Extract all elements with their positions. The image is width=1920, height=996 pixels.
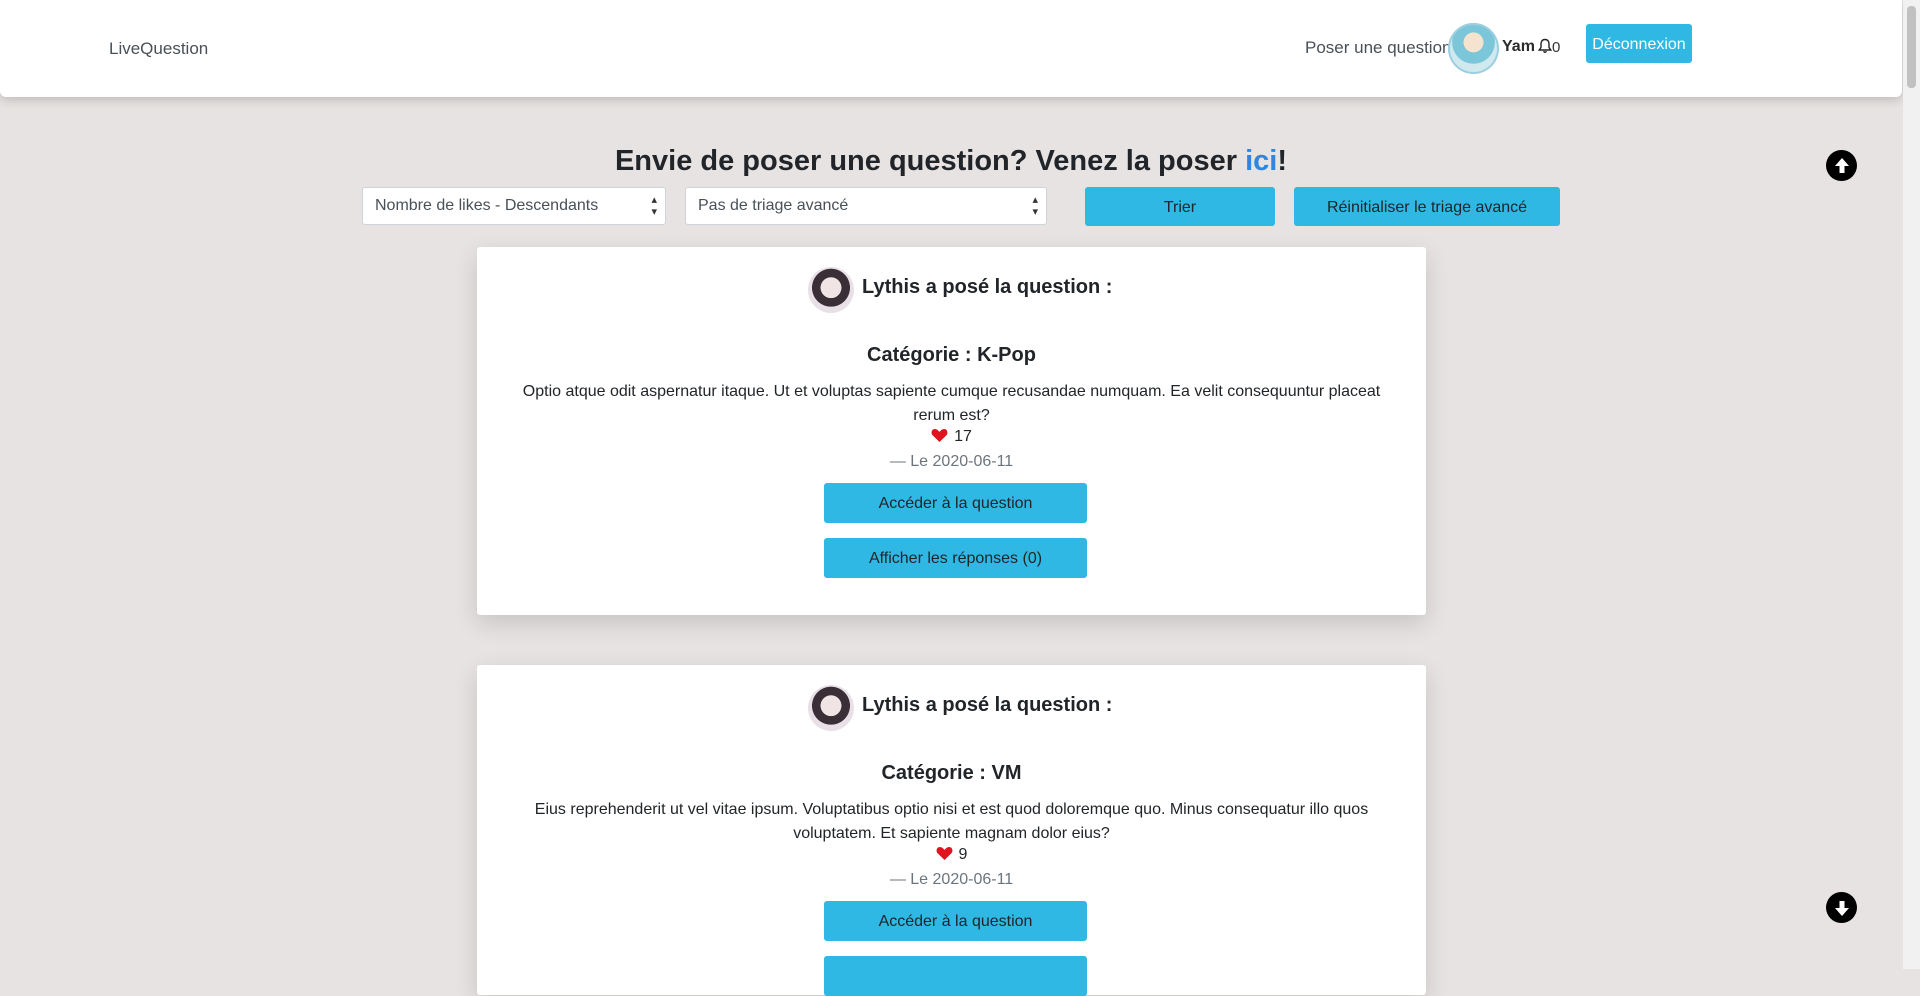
username[interactable]: Yam — [1502, 38, 1535, 56]
author-name[interactable]: Lythis — [862, 276, 920, 298]
heading-text: Envie de poser une question? Venez la po… — [614, 145, 1246, 177]
user-avatar[interactable] — [1448, 23, 1499, 74]
ask-question-link[interactable]: Poser une question — [1305, 38, 1452, 58]
likes-row: 9 — [477, 846, 1426, 864]
reset-advanced-sort-button[interactable]: Réinitialiser le triage avancé — [1294, 187, 1560, 226]
ask-here-link[interactable]: ici — [1245, 145, 1277, 177]
author-avatar — [808, 685, 854, 731]
advanced-sort-select-value: Pas de triage avancé — [698, 197, 849, 214]
author-line: Lythis a posé la question : — [862, 694, 1112, 717]
author-name[interactable]: Lythis — [862, 694, 920, 716]
scroll-up-button[interactable] — [1826, 150, 1857, 181]
sort-select-value: Nombre de likes - Descendants — [375, 197, 599, 214]
access-question-button[interactable]: Accéder à la question — [824, 901, 1087, 941]
heart-icon[interactable] — [936, 846, 953, 861]
question-date: — Le 2020-06-11 — [889, 871, 1014, 888]
question-date: — Le 2020-06-11 — [889, 453, 1014, 470]
scrollbar-thumb[interactable] — [1907, 6, 1916, 88]
author-avatar — [808, 267, 854, 313]
bell-icon[interactable] — [1538, 38, 1552, 54]
arrow-up-circle-icon — [1834, 157, 1849, 173]
likes-row: 17 — [477, 428, 1426, 446]
question-card: Lythis a posé la question : Catégorie : … — [477, 665, 1426, 996]
asked-label: a posé la question : — [920, 276, 1113, 298]
show-answers-button[interactable] — [824, 956, 1087, 996]
access-question-button[interactable]: Accéder à la question — [824, 483, 1087, 523]
question-text: Optio atque odit aspernatur itaque. Ut e… — [522, 383, 1381, 424]
notification-count: 0 — [1552, 39, 1561, 56]
scroll-down-button[interactable] — [1826, 892, 1857, 923]
select-caret-icon: ▴ ▾ — [1032, 194, 1038, 218]
show-answers-button[interactable]: Afficher les réponses (0) — [824, 538, 1087, 578]
heading-suffix: ! — [1277, 145, 1288, 177]
asked-label: a posé la question : — [920, 694, 1113, 716]
navbar: LiveQuestion Poser une question Yam 0 Dé… — [0, 0, 1902, 97]
heart-icon[interactable] — [931, 428, 948, 443]
question-text: Eius reprehenderit ut vel vitae ipsum. V… — [534, 801, 1369, 842]
likes-count: 17 — [954, 428, 972, 445]
sort-button[interactable]: Trier — [1085, 187, 1275, 226]
sort-select[interactable]: Nombre de likes - Descendants ▴ ▾ — [362, 187, 666, 225]
brand-link[interactable]: LiveQuestion — [109, 39, 208, 59]
question-card: Lythis a posé la question : Catégorie : … — [477, 247, 1426, 615]
likes-count: 9 — [958, 846, 968, 863]
advanced-sort-select[interactable]: Pas de triage avancé ▴ ▾ — [685, 187, 1047, 225]
question-category: Catégorie : VM — [881, 762, 1022, 784]
page-scrollbar[interactable] — [1903, 0, 1920, 969]
author-line: Lythis a posé la question : — [862, 276, 1112, 299]
arrow-down-circle-icon — [1834, 900, 1849, 916]
select-caret-icon: ▴ ▾ — [651, 194, 657, 218]
question-category: Catégorie : K-Pop — [867, 344, 1036, 366]
logout-button[interactable]: Déconnexion — [1586, 24, 1692, 63]
page-heading: Envie de poser une question? Venez la po… — [0, 145, 1902, 178]
